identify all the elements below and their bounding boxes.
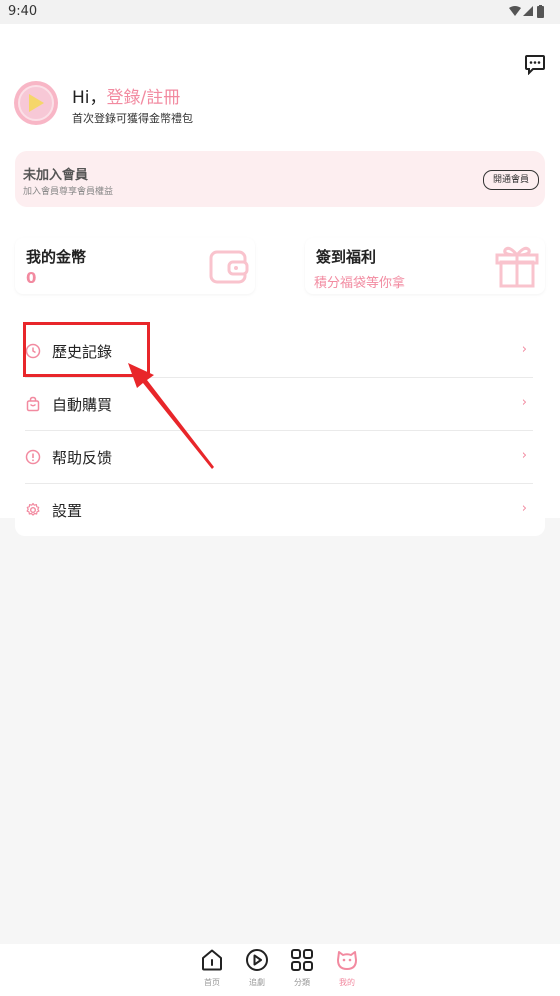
checkin-title: 簽到福利 — [316, 248, 377, 266]
nav-category[interactable]: 分類 — [282, 948, 322, 988]
nav-label: 首页 — [204, 978, 220, 987]
menu-item-auto-purchase[interactable]: 自動購買 › — [15, 378, 535, 431]
message-icon — [525, 55, 545, 76]
checkin-card[interactable]: 簽到福利 積分福袋等你拿 — [305, 238, 545, 294]
chevron-right-icon: › — [521, 342, 527, 357]
wifi-signal-battery-icon — [509, 5, 544, 18]
gear-icon — [26, 502, 40, 516]
vip-card[interactable]: 未加入會員 加入會員尊享會員權益 開通會員 — [15, 151, 545, 207]
login-register-link[interactable]: 登錄/註冊 — [107, 88, 181, 108]
gift-icon — [495, 244, 539, 294]
bag-icon — [26, 396, 40, 412]
greeting-subtitle: 首次登錄可獲得金幣禮包 — [72, 112, 193, 125]
avatar[interactable] — [14, 81, 58, 125]
chevron-right-icon: › — [521, 501, 527, 516]
grid-icon — [291, 949, 313, 971]
my-coins-card[interactable]: 我的金幣 0 — [15, 238, 255, 294]
chevron-right-icon: › — [521, 448, 527, 463]
coins-title: 我的金幣 — [26, 248, 87, 266]
home-icon — [202, 949, 222, 971]
status-time: 9:40 — [8, 4, 38, 19]
greeting: Hi，登錄/註冊 — [72, 83, 180, 108]
checkin-subtitle: 積分福袋等你拿 — [314, 276, 406, 291]
status-icons — [508, 4, 546, 23]
nav-mine[interactable]: 我的 — [327, 948, 367, 988]
play-logo-icon — [29, 94, 44, 112]
message-button[interactable] — [524, 53, 546, 76]
vip-subtitle: 加入會員尊享會員權益 — [23, 187, 114, 197]
status-bar: 9:40 — [0, 0, 560, 24]
vip-title: 未加入會員 — [23, 168, 89, 183]
menu-item-label: 帮助反馈 — [52, 449, 113, 467]
bottom-nav: 首页 追劇 分類 我的 — [0, 944, 560, 996]
menu-item-label: 設置 — [52, 502, 83, 520]
coins-value: 0 — [26, 269, 37, 287]
activate-vip-button[interactable]: 開通會員 — [482, 170, 539, 190]
avatar-inner — [18, 85, 54, 121]
menu-item-settings[interactable]: 設置 › — [15, 484, 535, 537]
nav-label: 分類 — [294, 978, 310, 987]
nav-follow[interactable]: 追劇 — [237, 948, 277, 988]
menu-item-help-feedback[interactable]: 帮助反馈 › — [15, 431, 535, 484]
annotation-arrow-icon — [128, 363, 214, 469]
alert-icon — [25, 449, 41, 465]
greeting-text: Hi， — [72, 88, 107, 108]
nav-label: 追劇 — [249, 978, 265, 987]
menu-item-label: 自動購買 — [52, 396, 113, 414]
nav-label: 我的 — [339, 978, 355, 987]
face-icon — [337, 951, 357, 970]
nav-home[interactable]: 首页 — [192, 948, 232, 988]
play-circle-icon — [246, 949, 268, 971]
wallet-icon — [209, 248, 249, 290]
chevron-right-icon: › — [521, 395, 527, 410]
